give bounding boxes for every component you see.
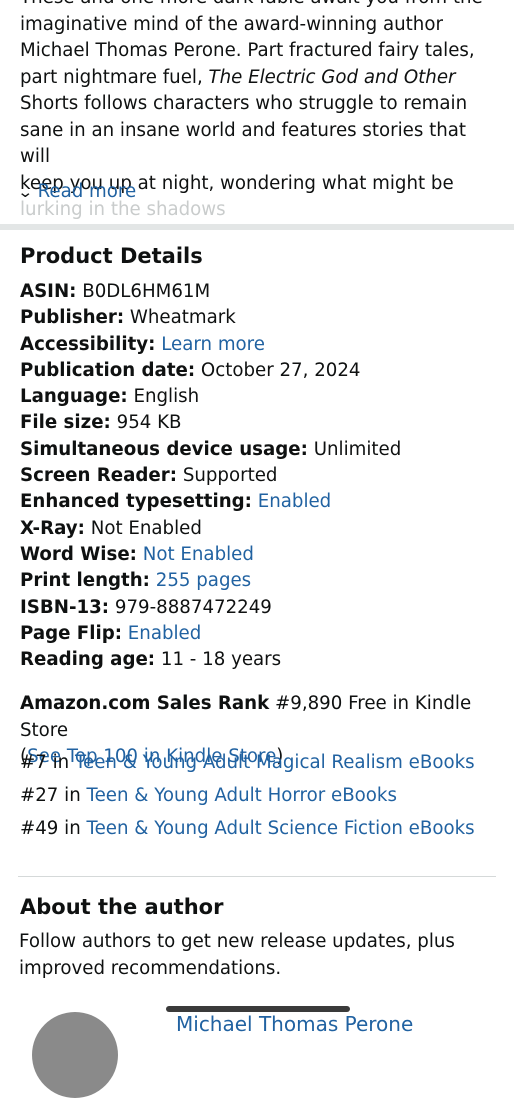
chevron-down-icon: ⌄ [17,182,34,201]
detail-row: Reading age: 11 - 18 years [20,647,401,673]
detail-key: Screen Reader: [20,465,178,487]
description-line: These and one more dark fable await you … [20,0,500,12]
description-line: part nightmare fuel, The Electric God an… [20,65,500,92]
detail-row: File size: 954 KB [20,410,401,436]
detail-row: Publication date: October 27, 2024 [20,358,401,384]
detail-row: ASIN: B0DL6HM61M [20,279,401,305]
detail-key: Page Flip: [20,622,122,644]
detail-key: Enhanced typesetting: [20,491,252,513]
home-indicator[interactable] [166,1006,350,1012]
divider-line [18,876,496,877]
detail-row: X-Ray: Not Enabled [20,516,401,542]
book-title-italic: The Electric God and Other [208,66,456,88]
description-line: Shorts follows characters who struggle t… [20,93,468,114]
detail-row: Accessibility: Learn more [20,332,401,358]
detail-value: 954 KB [116,412,182,434]
detail-row: Language: English [20,384,401,410]
detail-key: Reading age: [20,649,156,671]
category-link[interactable]: Teen & Young Adult Science Fiction eBook… [87,818,475,839]
category-rank: #7 in [20,752,70,773]
about-author-title: About the author [20,895,224,919]
detail-row: Screen Reader: Supported [20,463,401,489]
category-link[interactable]: Teen & Young Adult Magical Realism eBook… [75,752,475,773]
detail-key: Word Wise: [20,543,137,565]
detail-row: Enhanced typesetting: Enabled [20,489,401,515]
detail-key: Language: [20,386,128,408]
description-text: part nightmare fuel, [20,66,209,88]
category-rank: #27 in [20,785,81,806]
category-rank-row: #7 in Teen & Young Adult Magical Realism… [20,752,475,773]
description-line: Michael Thomas Perone. Part fractured fa… [20,40,475,61]
detail-value-link[interactable]: Enabled [258,491,332,512]
product-details-list: ASIN: B0DL6HM61M Publisher: Wheatmark Acce… [20,279,401,673]
detail-key: Accessibility: [20,333,156,355]
category-rank: #49 in [20,818,81,839]
detail-value-link[interactable]: Learn more [161,334,265,355]
detail-row: Print length: 255 pages [20,568,401,594]
detail-key: File size: [20,412,111,434]
description-line: imaginative mind of the award-winning au… [20,13,443,35]
detail-value: Wheatmark [129,307,236,329]
detail-key: X-Ray: [20,517,85,539]
detail-key: ISBN-13: [20,596,110,618]
read-more-button[interactable]: ⌄ Read more [17,181,137,202]
sales-rank-label: Amazon.com Sales Rank [20,693,270,714]
detail-row: Publisher: Wheatmark [20,305,401,331]
detail-value-link[interactable]: Not Enabled [143,544,254,565]
about-author-text: Follow authors to get new release update… [19,931,455,979]
detail-row: ISBN-13: 979-8887472249 [20,595,401,621]
detail-value: 979-8887472249 [114,596,272,618]
category-link[interactable]: Teen & Young Adult Horror eBooks [87,785,397,806]
description-line: sane in an insane world and features sto… [20,119,467,168]
product-details-title: Product Details [20,244,203,268]
section-divider [0,224,514,230]
detail-row: Word Wise: Not Enabled [20,542,401,568]
detail-row: Simultaneous device usage: Unlimited [20,437,401,463]
detail-value-link[interactable]: 255 pages [156,570,251,591]
detail-value: English [133,386,200,408]
detail-key: Publisher: [20,307,125,329]
detail-value: B0DL6HM61M [82,281,211,302]
category-rank-row: #49 in Teen & Young Adult Science Fictio… [20,818,475,839]
detail-value-link[interactable]: Enabled [128,623,202,644]
detail-value: Unlimited [313,438,402,460]
detail-key: ASIN: [20,281,77,302]
detail-value: Supported [182,465,278,487]
author-name-link[interactable]: Michael Thomas Perone [176,1012,413,1036]
category-rank-row: #27 in Teen & Young Adult Horror eBooks [20,785,397,806]
detail-key: Print length: [20,570,150,592]
detail-row: Page Flip: Enabled [20,621,401,647]
detail-key: Simultaneous device usage: [20,438,308,460]
read-more-label: Read more [37,181,137,202]
author-avatar[interactable] [32,1012,118,1098]
detail-key: Publication date: [20,359,196,381]
detail-value: 11 - 18 years [160,649,282,671]
detail-value: Not Enabled [90,517,202,539]
detail-value: October 27, 2024 [200,359,361,381]
